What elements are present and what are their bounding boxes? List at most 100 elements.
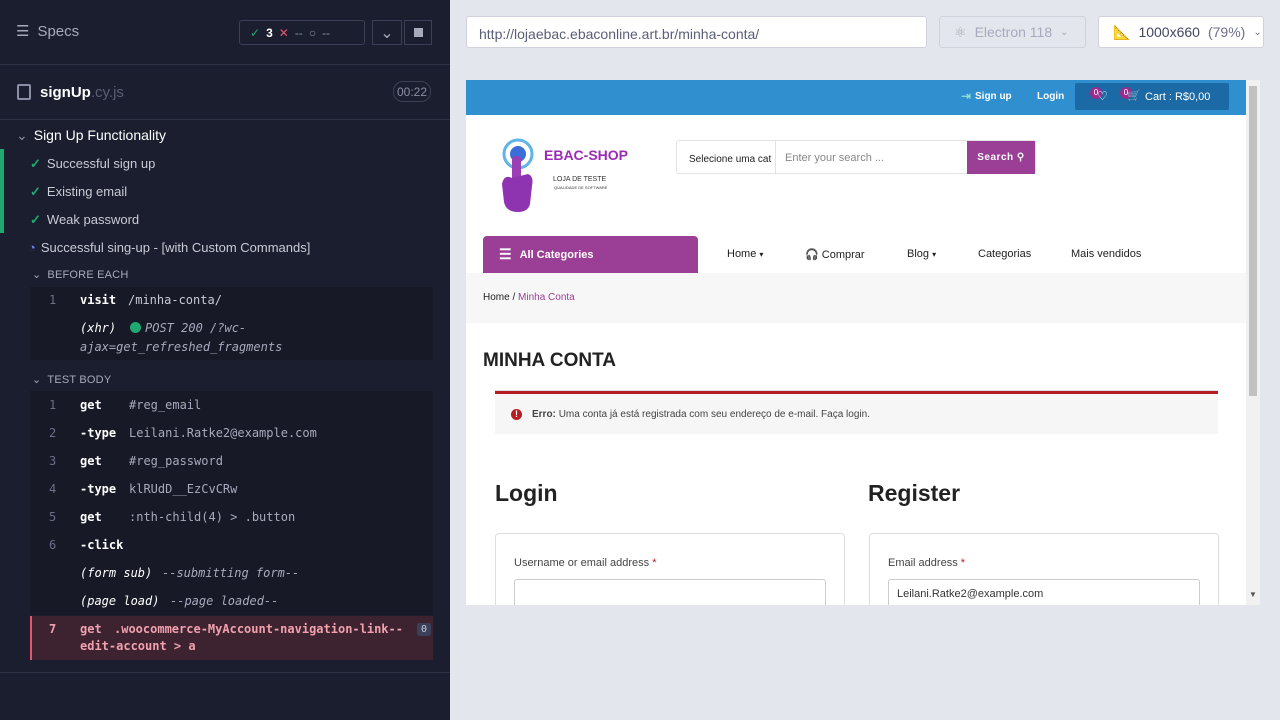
nav-comprar[interactable]: 🎧 Comprar bbox=[805, 248, 865, 261]
heart-icon[interactable]: ♡ bbox=[1097, 89, 1108, 103]
test-row-running[interactable]: ◔ Successful sing-up - [with Custom Comma… bbox=[28, 240, 310, 255]
email-label: Email address bbox=[888, 557, 958, 569]
email-input[interactable]: Leilani.Ratke2@example.com bbox=[888, 579, 1200, 605]
site-logo[interactable]: EBAC-SHOP LOJA DE TESTE QUALIDADE DE SOF… bbox=[498, 138, 628, 223]
search-input[interactable]: Enter your search ... bbox=[785, 152, 884, 164]
browser-selector[interactable]: ⚛ Electron 118 ⌄ bbox=[939, 16, 1086, 48]
scroll-down-icon[interactable]: ▼ bbox=[1249, 590, 1257, 599]
command-arg: /minha-conta/ bbox=[128, 293, 222, 307]
cart-icon: 🛒 bbox=[1127, 90, 1141, 102]
passed-count: 3 bbox=[266, 25, 273, 40]
divider bbox=[775, 141, 776, 173]
xhr-text-2: ajax=get_refreshed_fragments bbox=[80, 340, 283, 354]
nav-home-label: Home bbox=[727, 248, 757, 260]
brand-name: EBAC-SHOP bbox=[544, 147, 629, 163]
url-bar[interactable]: http://lojaebac.ebaconline.art.br/minha-… bbox=[466, 16, 927, 48]
nav-blog-label: Blog bbox=[907, 248, 930, 260]
login-form: Username or email address * bbox=[495, 533, 845, 605]
required-asterisk: * bbox=[960, 557, 966, 569]
before-each-commands: 1 visit /minha-conta/ (xhr) POST 200 /?w… bbox=[30, 287, 433, 360]
login-link[interactable]: Login bbox=[1037, 91, 1064, 102]
failing-command-row[interactable]: 7 get .woocommerce-MyAccount-navigation-… bbox=[30, 616, 433, 660]
test-row[interactable]: ✓ Successful sign up bbox=[0, 149, 450, 177]
test-body-text: TEST BODY bbox=[47, 374, 112, 386]
viewport-info[interactable]: 📐 1000x660 (79%) ⌄ bbox=[1098, 16, 1264, 48]
breadcrumb: Home / Minha Conta bbox=[466, 273, 1246, 323]
command-arg: #reg_email bbox=[129, 398, 202, 412]
test-body-commands: 1 get #reg_email 2 -type Leilani.Ratke2@exam… bbox=[30, 391, 433, 615]
command-name: visit bbox=[80, 293, 117, 307]
search-bar: Selecione uma cat Enter your search ... … bbox=[676, 140, 1036, 174]
nav-home[interactable]: Home ▾ bbox=[727, 248, 763, 260]
all-categories-label: All Categories bbox=[519, 248, 594, 261]
cart-box[interactable]: 0 ♡ 0 🛒 Cart : R$0,00 bbox=[1075, 83, 1229, 110]
xhr-row[interactable]: (xhr) POST 200 /?wc- ajax=get_refreshed_… bbox=[30, 321, 433, 357]
nav-categorias[interactable]: Categorias bbox=[978, 248, 1031, 260]
check-icon: ✓ bbox=[30, 212, 41, 227]
test-title: Successful sign up bbox=[46, 156, 156, 171]
all-categories-button[interactable]: ☰ All Categories bbox=[483, 236, 698, 273]
spec-file-bar: signUp.cy.js 00:22 bbox=[0, 65, 450, 120]
stop-icon bbox=[413, 28, 423, 37]
test-row[interactable]: ✓ Existing email bbox=[0, 177, 450, 205]
command-number: 6 bbox=[49, 538, 57, 552]
cypress-reporter: ☰ Specs ✓ 3 ✕ -- ○ -- ⌄ signUp.cy.js 00:… bbox=[0, 0, 450, 720]
spec-file-base: signUp bbox=[40, 84, 91, 101]
specs-toggle[interactable]: ☰ Specs bbox=[16, 22, 79, 41]
electron-icon: ⚛ bbox=[954, 23, 967, 40]
xhr-label: (xhr) bbox=[80, 321, 117, 335]
website-frame: ⇥ Sign up Login 0 ♡ 0 🛒 Cart : R$0,00 EB… bbox=[466, 80, 1260, 605]
command-arg: .woocommerce-MyAccount-navigation-link-- bbox=[114, 622, 403, 636]
spec-file-ext: .cy.js bbox=[90, 84, 124, 101]
signup-link[interactable]: Sign up bbox=[975, 91, 1012, 102]
command-name: -click bbox=[80, 538, 124, 552]
login-heading: Login bbox=[495, 480, 558, 506]
logo-hand-icon bbox=[502, 138, 534, 212]
command-name: get bbox=[80, 398, 102, 412]
search-button[interactable]: Search ⚲ bbox=[967, 141, 1035, 174]
username-input[interactable] bbox=[514, 579, 826, 605]
passed-check-icon: ✓ bbox=[250, 25, 261, 40]
command-arg: klRUdD__EzCvCRw bbox=[129, 482, 238, 496]
search-button-label: Search bbox=[977, 152, 1014, 163]
spec-file-name[interactable]: signUp.cy.js bbox=[40, 84, 124, 101]
test-title: Existing email bbox=[46, 184, 128, 199]
hamburger-icon: ☰ bbox=[499, 246, 512, 262]
brand-tagline-2: QUALIDADE DE SOFTWARE bbox=[554, 185, 608, 190]
scrollbar[interactable]: ▼ bbox=[1246, 80, 1260, 605]
test-body-label: ⌄ TEST BODY bbox=[32, 373, 112, 386]
category-select[interactable]: Selecione uma cat bbox=[689, 154, 771, 165]
check-icon: ✓ bbox=[30, 184, 41, 199]
app-under-test-panel: http://lojaebac.ebaconline.art.br/minha-… bbox=[450, 0, 1280, 720]
cart-label: Cart : R$0,00 bbox=[1145, 91, 1211, 103]
command-name: get bbox=[80, 622, 102, 636]
breadcrumb-home[interactable]: Home bbox=[483, 292, 510, 303]
command-arg: :nth-child(4) > .button bbox=[129, 510, 296, 524]
browser-name: Electron 118 bbox=[974, 24, 1053, 40]
viewport-size: 1000x660 bbox=[1138, 24, 1200, 40]
chevron-down-icon[interactable]: ⌄ bbox=[372, 20, 402, 45]
stop-button[interactable] bbox=[404, 20, 432, 45]
register-heading: Register bbox=[868, 480, 961, 506]
ruler-icon: 📐 bbox=[1113, 23, 1131, 40]
error-strong: Erro: bbox=[532, 408, 556, 420]
check-icon: ✓ bbox=[30, 156, 41, 171]
before-each-label: ⌄ BEFORE EACH bbox=[32, 268, 128, 281]
pending-spinner-icon: ○ bbox=[308, 25, 317, 40]
nav-blog[interactable]: Blog ▾ bbox=[907, 248, 936, 260]
page-load-text: --page loaded-- bbox=[170, 594, 279, 608]
command-name: -type bbox=[80, 426, 117, 440]
suite-title[interactable]: ⌄ Sign Up Functionality bbox=[16, 127, 166, 144]
command-row[interactable]: 1 visit /minha-conta/ bbox=[30, 293, 433, 313]
nav-mais-vendidos[interactable]: Mais vendidos bbox=[1071, 248, 1141, 260]
scrollbar-thumb[interactable] bbox=[1249, 86, 1257, 396]
chevron-down-icon: ⌄ bbox=[32, 269, 42, 281]
brand-tagline: LOJA DE TESTE bbox=[553, 176, 607, 183]
error-text: Uma conta já está registrada com seu end… bbox=[558, 408, 870, 420]
caret-down-icon: ▾ bbox=[759, 250, 764, 259]
command-name: get bbox=[80, 510, 102, 524]
chevron-down-icon: ⌄ bbox=[1060, 26, 1069, 38]
command-arg: Leilani.Ratke2@example.com bbox=[129, 426, 317, 440]
viewport-scale: (79%) bbox=[1207, 24, 1246, 40]
test-row[interactable]: ✓ Weak password bbox=[0, 205, 450, 233]
